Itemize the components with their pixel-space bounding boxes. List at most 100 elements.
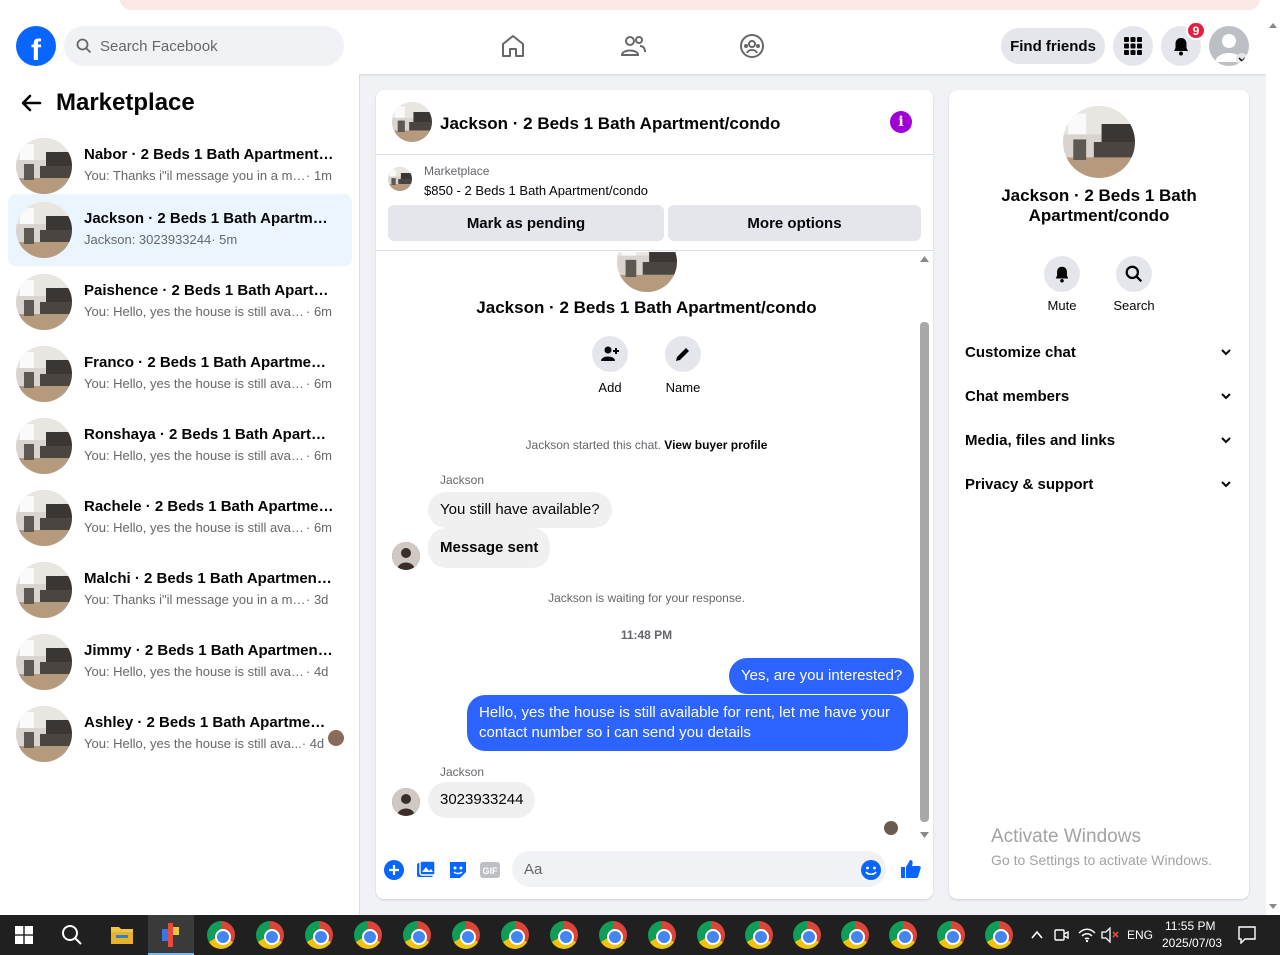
listing-banner: Marketplace $850 - 2 Beds 1 Bath Apartme…	[376, 155, 933, 251]
clock-date[interactable]: 2025/07/03	[1162, 936, 1222, 950]
more-options-button[interactable]: More options	[668, 205, 921, 241]
sender-avatar[interactable]	[392, 542, 420, 570]
profile-avatar[interactable]	[1209, 26, 1249, 66]
conversation-item[interactable]: Paishence · 2 Beds 1 Bath Apartment/cond…	[8, 266, 352, 338]
groups-icon[interactable]	[738, 32, 766, 60]
sender-avatar[interactable]	[392, 788, 420, 816]
conversation-item[interactable]: Nabor · 2 Beds 1 Bath Apartment/condo Yo…	[8, 130, 352, 202]
taskbar-active-app[interactable]	[148, 915, 194, 955]
search-icon[interactable]	[61, 924, 83, 946]
message-input-field[interactable]	[512, 851, 886, 887]
chat-thumbnail[interactable]	[392, 102, 432, 142]
chrome-icon[interactable]	[599, 921, 627, 949]
volume-muted-icon[interactable]	[1101, 927, 1119, 943]
chrome-icon[interactable]	[841, 921, 869, 949]
chat-members-section[interactable]: Chat members	[965, 384, 1233, 408]
search-in-chat-button[interactable]: Search	[1104, 256, 1164, 313]
chrome-icon[interactable]	[305, 921, 333, 949]
listing-thumbnail	[16, 418, 72, 474]
chrome-icon[interactable]	[937, 921, 965, 949]
address-bar[interactable]	[120, 0, 1260, 10]
search-icon	[76, 38, 92, 54]
add-people-button[interactable]: Add	[580, 336, 640, 395]
customize-chat-section[interactable]: Customize chat	[965, 340, 1233, 364]
conversation-item[interactable]: Ronshaya · 2 Beds 1 Bath Apartment/condo…	[8, 410, 352, 482]
meet-now-icon[interactable]	[1053, 927, 1069, 943]
svg-text:GIF: GIF	[483, 866, 499, 876]
listing-thumbnail-large[interactable]	[1063, 106, 1135, 178]
app-icon	[162, 923, 179, 947]
listing-source: Marketplace	[424, 164, 490, 178]
conversation-name: Jackson · 2 Beds 1 Bath Apartment/condo	[84, 210, 334, 227]
edit-name-button[interactable]: Name	[653, 336, 713, 395]
menu-grid-button[interactable]	[1113, 26, 1153, 66]
chevron-down-icon	[1221, 393, 1231, 400]
clock-time[interactable]: 11:55 PM	[1165, 919, 1215, 933]
conversation-item[interactable]: Malchi · 2 Beds 1 Bath Apartment/condo Y…	[8, 554, 352, 626]
chrome-icon[interactable]	[354, 921, 382, 949]
chat-title[interactable]: Jackson · 2 Beds 1 Bath Apartment/condo	[440, 114, 780, 134]
home-icon[interactable]	[499, 32, 527, 60]
message-scrollbar[interactable]	[917, 252, 933, 842]
chrome-icon[interactable]	[207, 921, 235, 949]
wifi-icon[interactable]	[1078, 927, 1096, 943]
incoming-message[interactable]: Message sent	[428, 528, 551, 568]
back-arrow-icon[interactable]	[20, 92, 42, 114]
chevron-up-icon[interactable]	[1030, 929, 1044, 941]
search-input[interactable]	[100, 37, 320, 55]
conversation-preview: Jackson: 3023933244 · 5m	[84, 232, 238, 247]
page-scrollbar[interactable]	[1266, 18, 1280, 915]
chrome-icon[interactable]	[697, 921, 725, 949]
windows-start-icon[interactable]	[15, 926, 33, 944]
outgoing-message[interactable]: Yes, are you interested?	[729, 658, 915, 694]
privacy-support-section[interactable]: Privacy & support	[965, 472, 1233, 496]
chrome-icon[interactable]	[985, 921, 1013, 949]
search-facebook-field[interactable]	[64, 26, 344, 66]
listing-thumbnail	[16, 706, 72, 762]
emoji-icon[interactable]	[860, 859, 882, 881]
incoming-message[interactable]: 3023933244	[428, 782, 536, 818]
sticker-icon[interactable]	[447, 859, 469, 881]
plus-icon[interactable]	[383, 859, 405, 881]
mute-button[interactable]: Mute	[1032, 256, 1092, 313]
conversation-item[interactable]: Franco · 2 Beds 1 Bath Apartment/condo Y…	[8, 338, 352, 410]
find-friends-button[interactable]: Find friends	[1001, 28, 1105, 64]
conversation-preview: You: Hello, yes the house is still avail…	[84, 304, 332, 319]
chrome-icon[interactable]	[452, 921, 480, 949]
listing-thumbnail	[16, 562, 72, 618]
thumbs-up-icon[interactable]	[899, 857, 923, 881]
incoming-message[interactable]: You still have available?	[428, 492, 612, 528]
friends-icon[interactable]	[619, 32, 647, 60]
conversation-item[interactable]: Jimmy · 2 Beds 1 Bath Apartment/condo Yo…	[8, 626, 352, 698]
top-navigation-bar: f Find friends 9	[0, 18, 1266, 74]
chrome-icon[interactable]	[889, 921, 917, 949]
media-files-links-section[interactable]: Media, files and links	[965, 428, 1233, 452]
chrome-icon[interactable]	[648, 921, 676, 949]
chrome-icon[interactable]	[403, 921, 431, 949]
conversation-item[interactable]: Ashley · 2 Beds 1 Bath Apartment/condo Y…	[8, 698, 352, 770]
conversation-item[interactable]: Rachele · 2 Beds 1 Bath Apartment/condo …	[8, 482, 352, 554]
language-indicator[interactable]: ENG	[1127, 928, 1153, 942]
gif-icon[interactable]: GIF	[479, 859, 501, 881]
chrome-icon[interactable]	[793, 921, 821, 949]
conversation-name: Ashley · 2 Beds 1 Bath Apartment/condo	[84, 714, 334, 731]
conversation-preview: You: Hello, yes the house is still avail…	[84, 448, 332, 463]
message-thread: Jackson · 2 Beds 1 Bath Apartment/condo …	[376, 252, 933, 842]
chrome-icon[interactable]	[501, 921, 529, 949]
info-icon[interactable]: i	[890, 111, 912, 133]
listing-price[interactable]: $850 - 2 Beds 1 Bath Apartment/condo	[424, 183, 648, 198]
mark-as-pending-button[interactable]: Mark as pending	[388, 205, 664, 241]
chrome-icon[interactable]	[256, 921, 284, 949]
photo-icon[interactable]	[415, 859, 437, 881]
message-input[interactable]	[524, 860, 824, 878]
seen-avatar	[884, 821, 898, 835]
notification-center-icon[interactable]	[1238, 926, 1256, 944]
outgoing-message[interactable]: Hello, yes the house is still available …	[467, 695, 908, 751]
view-buyer-profile-link[interactable]: View buyer profile	[664, 438, 767, 452]
chrome-icon[interactable]	[745, 921, 773, 949]
file-explorer-icon[interactable]	[110, 924, 134, 946]
conversation-item-active[interactable]: Jackson · 2 Beds 1 Bath Apartment/condo …	[8, 194, 352, 266]
facebook-logo-icon[interactable]: f	[16, 26, 56, 67]
windows-taskbar: ENG 11:55 PM 2025/07/03	[0, 915, 1280, 955]
chrome-icon[interactable]	[550, 921, 578, 949]
